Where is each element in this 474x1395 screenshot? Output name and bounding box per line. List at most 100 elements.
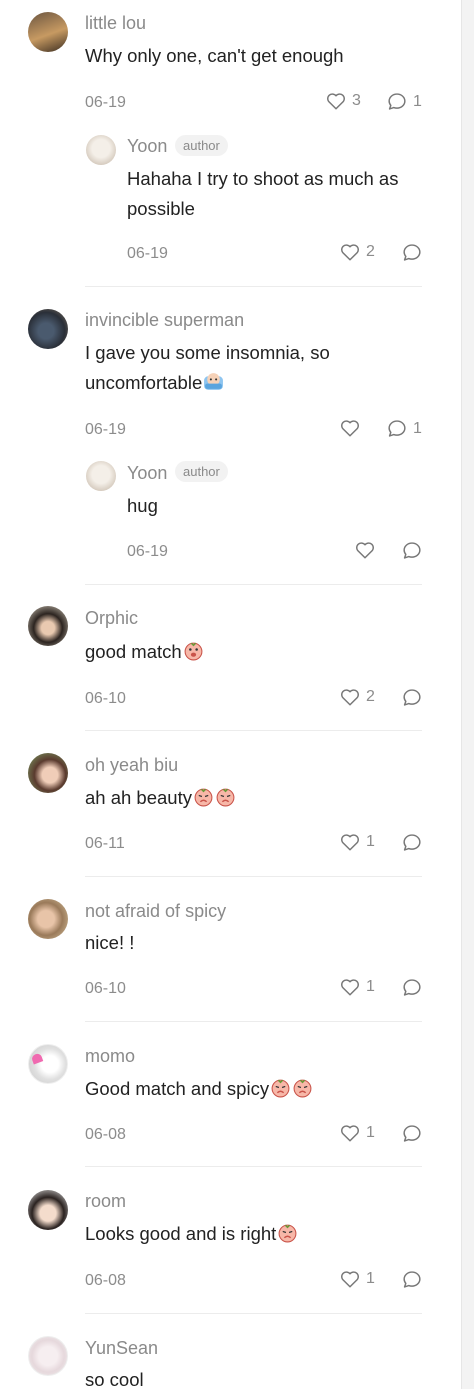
reply-count: 1 xyxy=(413,92,422,110)
comment-bubble-icon xyxy=(403,244,421,261)
comment-bubble-icon xyxy=(403,979,421,996)
avatar[interactable] xyxy=(28,899,68,939)
comment-username[interactable]: Orphic xyxy=(85,608,138,629)
reply-button[interactable] xyxy=(402,978,422,997)
like-count: 1 xyxy=(366,833,375,850)
emoji-icon xyxy=(271,1079,290,1098)
author-badge: author xyxy=(175,461,228,482)
comment-username[interactable]: little lou xyxy=(85,13,146,34)
comment-text: Looks good and is right xyxy=(85,1219,415,1249)
reply-username[interactable]: Yoon xyxy=(127,463,167,484)
like-count: 1 xyxy=(366,1124,375,1141)
comment-text: Why only one, can't get enough xyxy=(85,45,344,66)
heart-icon xyxy=(341,420,359,437)
reply-button[interactable] xyxy=(402,1270,422,1289)
emoji-icon xyxy=(184,642,203,661)
reply-button[interactable] xyxy=(402,1124,422,1143)
reply-text: hug xyxy=(127,495,158,516)
comment-date: 06-10 xyxy=(85,690,126,707)
comment-bubble-icon xyxy=(403,542,421,559)
comment-username[interactable]: room xyxy=(85,1191,126,1212)
comment-bubble-icon xyxy=(388,420,406,437)
like-button[interactable]: 1 xyxy=(340,1124,375,1142)
like-button[interactable]: 1 xyxy=(340,978,375,996)
reply-date: 06-19 xyxy=(127,543,168,560)
comment-username[interactable]: YunSean xyxy=(85,1338,158,1359)
comment-username[interactable]: not afraid of spicy xyxy=(85,901,226,922)
comment-bubble-icon xyxy=(403,689,421,706)
reply-button[interactable]: 1 xyxy=(387,92,422,111)
comment-text: nice! ! xyxy=(85,932,135,953)
comment-bubble-icon xyxy=(403,1125,421,1142)
heart-icon xyxy=(327,93,345,110)
avatar[interactable] xyxy=(28,1336,68,1376)
comment-username[interactable]: invincible superman xyxy=(85,310,244,331)
avatar[interactable] xyxy=(28,309,68,349)
heart-icon xyxy=(341,244,359,261)
divider xyxy=(85,1313,422,1314)
heart-icon xyxy=(356,542,374,559)
comment-date: 06-08 xyxy=(85,1126,126,1143)
divider xyxy=(85,876,422,877)
comment-date: 06-19 xyxy=(85,421,126,438)
heart-icon xyxy=(341,1125,359,1142)
divider xyxy=(85,584,422,585)
divider xyxy=(85,730,422,731)
like-count: 1 xyxy=(366,1270,375,1287)
like-button[interactable]: 1 xyxy=(340,833,375,851)
divider xyxy=(85,1166,422,1167)
avatar[interactable] xyxy=(28,606,68,646)
reply-button[interactable] xyxy=(402,541,422,560)
heart-icon xyxy=(341,979,359,996)
comment-text: I gave you some insomnia, so uncomfortab… xyxy=(85,342,330,393)
like-count: 3 xyxy=(352,92,361,109)
reply-count: 1 xyxy=(413,419,422,437)
comment-date: 06-08 xyxy=(85,1272,126,1289)
avatar[interactable] xyxy=(28,12,68,52)
emoji-icon xyxy=(293,1079,312,1098)
comment-bubble-icon xyxy=(403,834,421,851)
like-button[interactable]: 2 xyxy=(340,243,375,261)
emoji-icon xyxy=(194,788,213,807)
comment-date: 06-11 xyxy=(85,835,125,852)
like-button[interactable] xyxy=(340,419,360,437)
reply-button[interactable] xyxy=(402,688,422,707)
comment-username[interactable]: momo xyxy=(85,1046,135,1067)
comment-text: so cool xyxy=(85,1369,144,1390)
avatar[interactable] xyxy=(28,1044,68,1084)
scrollbar[interactable] xyxy=(461,0,474,1389)
like-count: 2 xyxy=(366,688,375,705)
comment-text: ah ah beauty xyxy=(85,783,415,813)
avatar[interactable] xyxy=(28,1190,68,1230)
avatar[interactable] xyxy=(86,461,116,491)
comment-username[interactable]: oh yeah biu xyxy=(85,755,178,776)
reply-button[interactable] xyxy=(402,833,422,852)
comment-bubble-icon xyxy=(403,1271,421,1288)
heart-icon xyxy=(341,689,359,706)
comment-bubble-icon xyxy=(388,93,406,110)
like-button[interactable]: 3 xyxy=(326,92,361,110)
like-button[interactable] xyxy=(355,541,375,559)
avatar[interactable] xyxy=(28,753,68,793)
emoji-icon xyxy=(278,1224,297,1243)
reply-text: Hahaha I try to shoot as much as possibl… xyxy=(127,168,399,219)
divider xyxy=(85,286,422,287)
heart-icon xyxy=(341,834,359,851)
like-button[interactable]: 1 xyxy=(340,1270,375,1288)
comment-text: good match xyxy=(85,637,415,667)
reply-date: 06-19 xyxy=(127,245,168,262)
emoji-icon xyxy=(216,788,235,807)
emoji-icon xyxy=(204,373,224,390)
like-button[interactable]: 2 xyxy=(340,688,375,706)
like-count: 1 xyxy=(366,978,375,995)
reply-button[interactable] xyxy=(402,243,422,262)
like-count: 2 xyxy=(366,243,375,260)
comment-date: 06-10 xyxy=(85,980,126,997)
avatar[interactable] xyxy=(86,135,116,165)
comment-text: Good match and spicy xyxy=(85,1074,415,1104)
divider xyxy=(85,1021,422,1022)
comment-date: 06-19 xyxy=(85,94,126,111)
reply-button[interactable]: 1 xyxy=(387,419,422,438)
author-badge: author xyxy=(175,135,228,156)
reply-username[interactable]: Yoon xyxy=(127,136,167,157)
